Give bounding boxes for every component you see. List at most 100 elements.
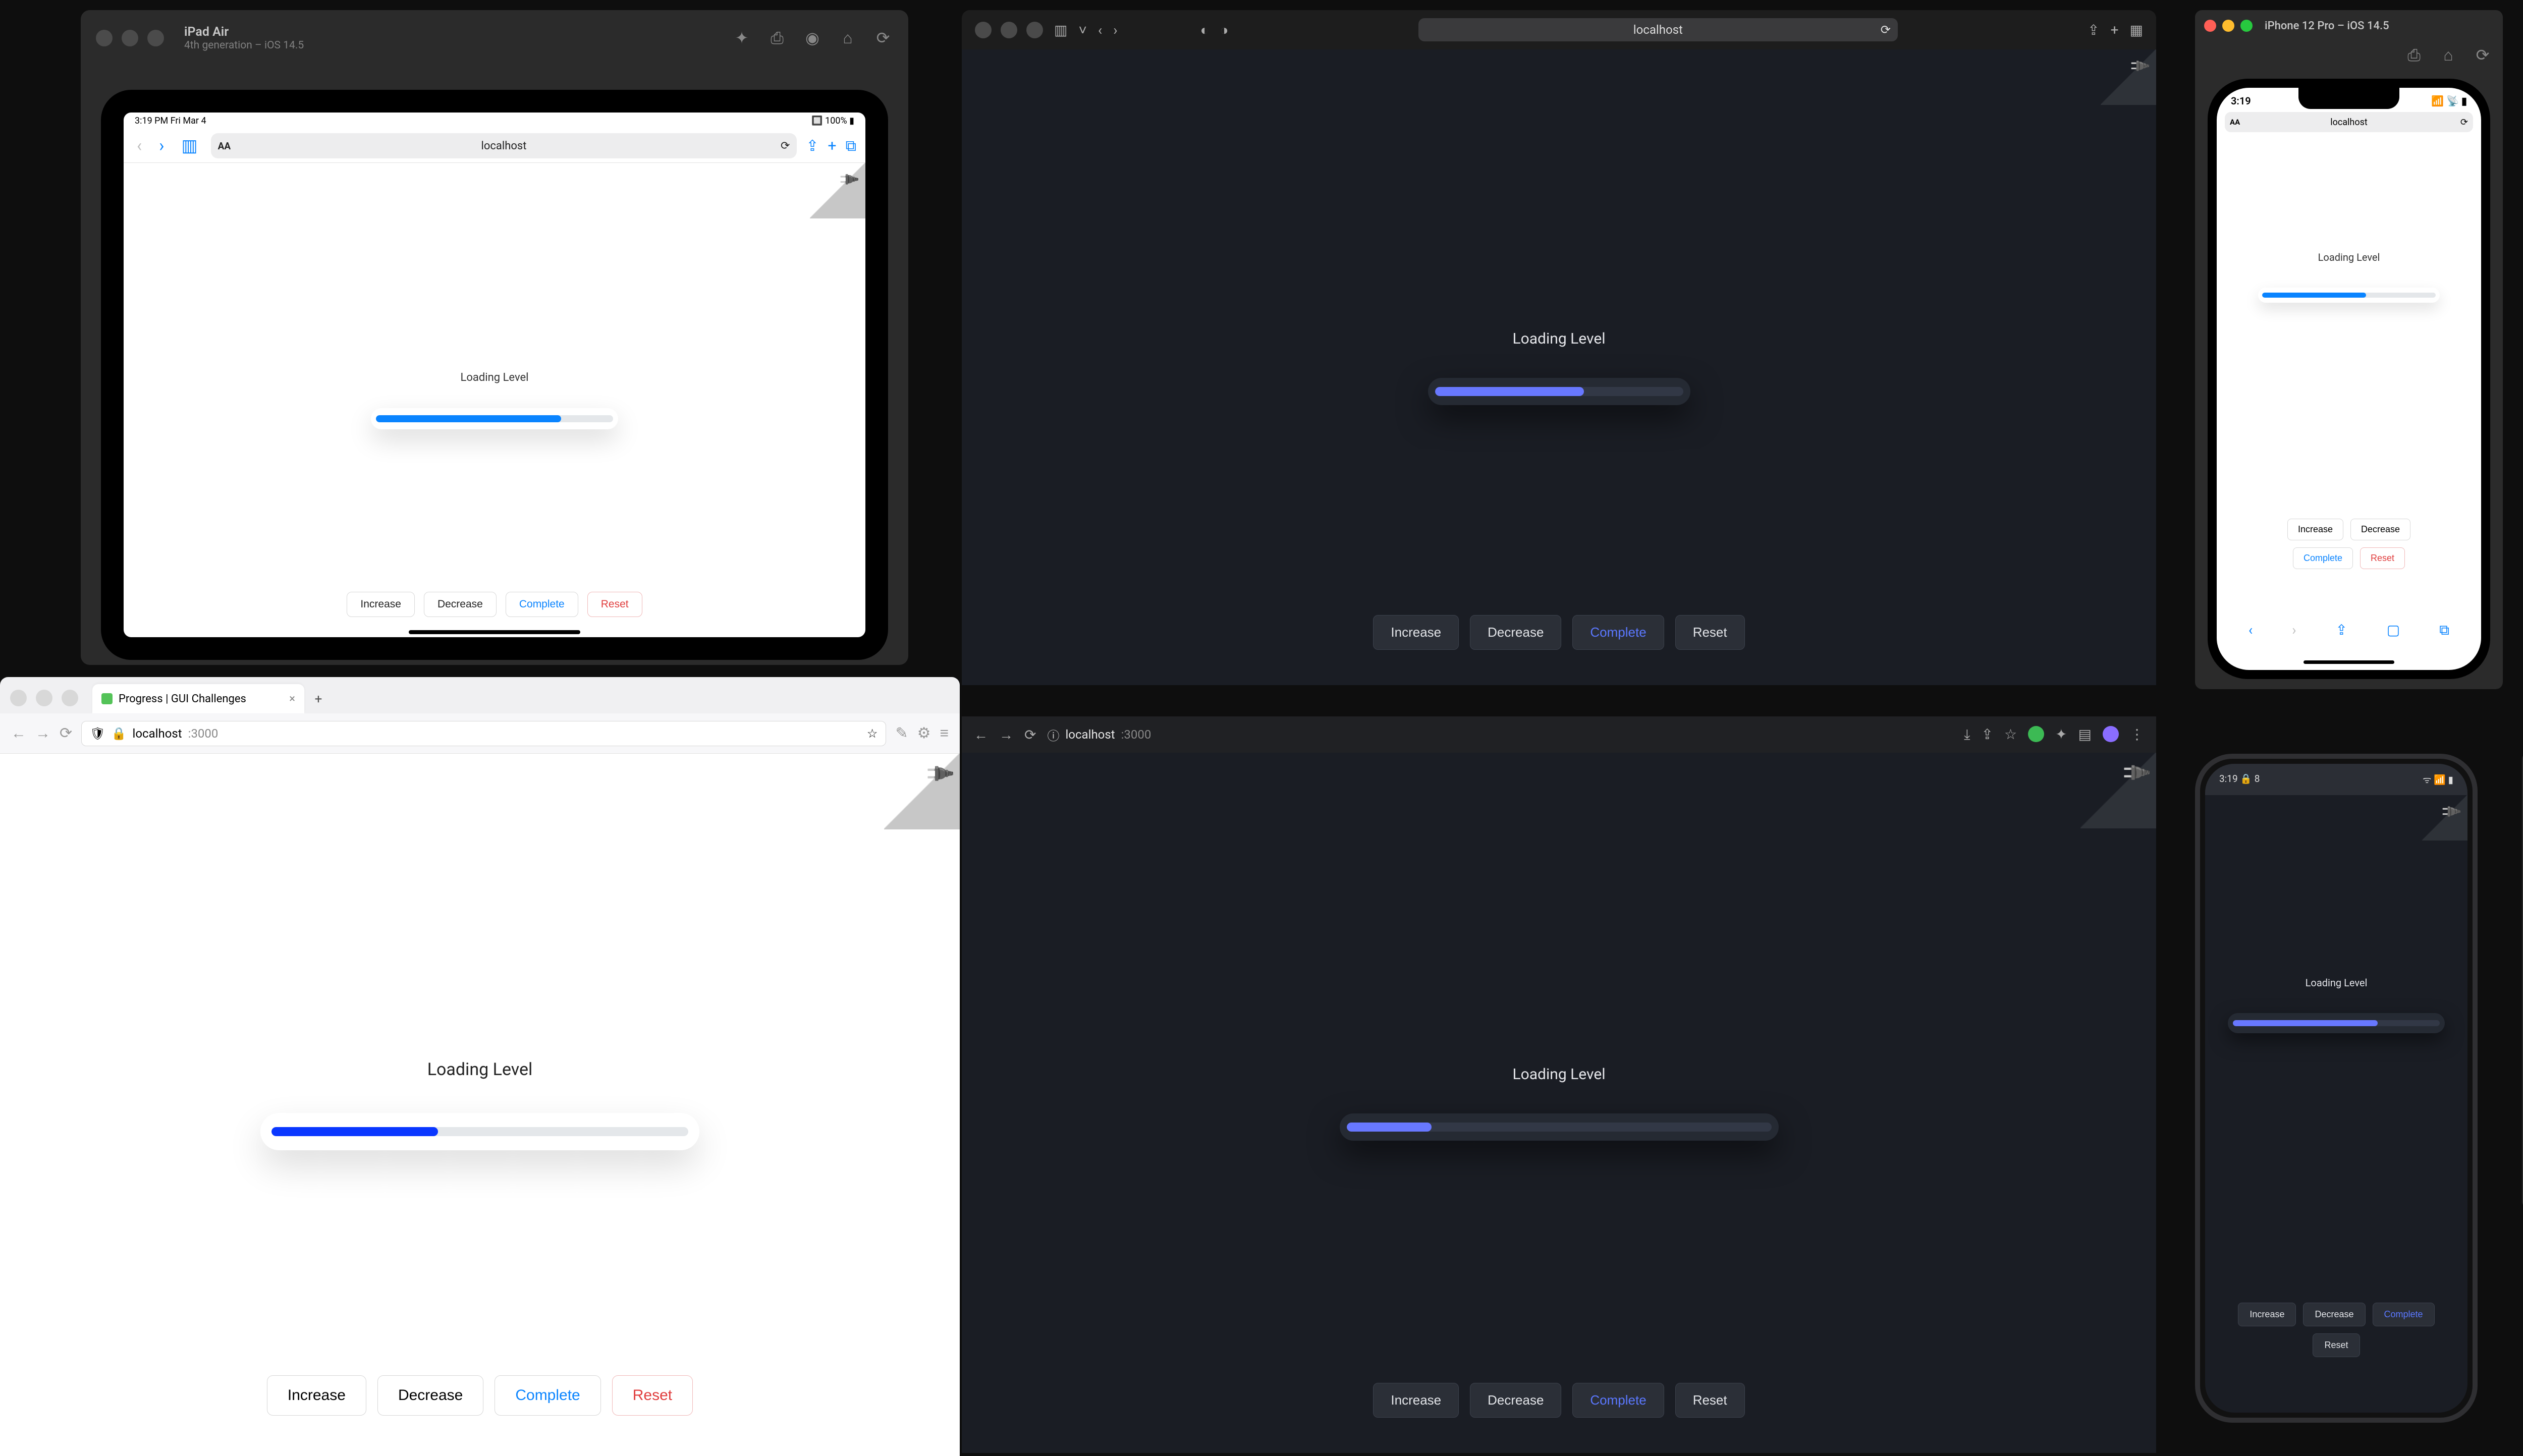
- browser-tab[interactable]: Progress | GUI Challenges ×: [92, 684, 304, 713]
- home-indicator[interactable]: [409, 630, 580, 634]
- shield-icon[interactable]: ◐: [1200, 22, 1209, 38]
- traffic-max-icon[interactable]: [2240, 20, 2253, 32]
- rotate-icon[interactable]: ⟳: [2473, 45, 2493, 65]
- address-bar[interactable]: localhost ⟳: [1418, 18, 1898, 41]
- reset-button[interactable]: Reset: [1675, 1383, 1745, 1418]
- menu-icon[interactable]: ⋮: [2130, 726, 2144, 743]
- reload-icon[interactable]: ⟳: [2460, 117, 2468, 128]
- complete-button[interactable]: Complete: [1572, 615, 1664, 650]
- traffic-close-icon[interactable]: [975, 22, 992, 38]
- sidebar-icon[interactable]: ▥: [177, 136, 201, 156]
- reload-icon[interactable]: ⟳: [1024, 726, 1036, 743]
- reset-button[interactable]: Reset: [2360, 547, 2405, 569]
- traffic-close-icon[interactable]: [10, 690, 27, 706]
- devtools-flap[interactable]: 🔌: [810, 163, 865, 218]
- address-bar[interactable]: AA localhost ⟳: [2225, 112, 2473, 132]
- info-icon[interactable]: ⓘ: [1047, 726, 1059, 744]
- install-icon[interactable]: ⤓: [1964, 726, 1970, 743]
- forward-icon[interactable]: →: [35, 724, 50, 742]
- pin-icon[interactable]: ✦: [732, 28, 752, 48]
- extension-icon[interactable]: [2103, 726, 2119, 742]
- address-bar[interactable]: ⓘ localhost:3000: [1047, 723, 1953, 746]
- extensions-icon[interactable]: ✦: [2055, 726, 2067, 743]
- share-icon[interactable]: ⇪: [2335, 622, 2347, 639]
- address-bar[interactable]: 🛡 🔒 localhost:3000 ☆: [81, 721, 886, 746]
- bookmarks-icon[interactable]: ▢: [2387, 622, 2400, 639]
- decrease-button[interactable]: Decrease: [1470, 615, 1561, 650]
- traffic-min-icon[interactable]: [122, 30, 138, 46]
- complete-button[interactable]: Complete: [2293, 547, 2353, 569]
- rotate-icon[interactable]: ⟳: [873, 28, 893, 48]
- menu-icon[interactable]: ≡: [940, 724, 949, 742]
- new-tab-icon[interactable]: +: [828, 137, 837, 155]
- traffic-min-icon[interactable]: [1001, 22, 1017, 38]
- tabs-icon[interactable]: ⧉: [2439, 622, 2449, 639]
- devtools-flap[interactable]: 🔌: [2080, 753, 2156, 828]
- complete-button[interactable]: Complete: [1572, 1383, 1664, 1418]
- traffic-close-icon[interactable]: [96, 30, 113, 46]
- shield-icon[interactable]: 🛡: [90, 726, 105, 741]
- sidebar-icon[interactable]: ▥: [1054, 22, 1067, 38]
- tabs-icon[interactable]: ▦: [2130, 22, 2143, 38]
- ipad-sim-titlebar[interactable]: iPad Air 4th generation – iOS 14.5 ✦ ⎙ ◉…: [81, 10, 908, 66]
- back-icon[interactable]: ‹: [1098, 22, 1102, 38]
- close-tab-icon[interactable]: ×: [289, 693, 295, 705]
- home-icon[interactable]: ⌂: [2438, 45, 2458, 65]
- reader-icon[interactable]: AA: [2230, 118, 2240, 127]
- bookmark-star-icon[interactable]: ☆: [2004, 726, 2017, 743]
- forward-icon[interactable]: ›: [1113, 22, 1117, 38]
- share-icon[interactable]: ⇪: [806, 137, 818, 155]
- new-tab-icon[interactable]: +: [2111, 22, 2119, 38]
- tabs-icon[interactable]: ⧉: [846, 137, 856, 155]
- back-icon[interactable]: ←: [974, 726, 988, 743]
- traffic-min-icon[interactable]: [2222, 20, 2234, 32]
- complete-button[interactable]: Complete: [506, 592, 578, 617]
- devtools-flap[interactable]: 🔌: [2422, 795, 2467, 841]
- traffic-close-icon[interactable]: [2204, 20, 2216, 32]
- reset-button[interactable]: Reset: [2313, 1333, 2360, 1357]
- reset-button[interactable]: Reset: [587, 592, 642, 617]
- devtools-flap[interactable]: 🔌: [884, 754, 960, 829]
- traffic-max-icon[interactable]: [62, 690, 78, 706]
- screenshot-icon[interactable]: ⎙: [767, 28, 787, 48]
- lock-icon[interactable]: 🔒: [112, 726, 127, 741]
- forward-icon[interactable]: ›: [2292, 622, 2296, 639]
- increase-button[interactable]: Increase: [267, 1375, 366, 1416]
- devtools-icon[interactable]: ⚙: [917, 724, 931, 742]
- reload-icon[interactable]: ⟳: [60, 724, 72, 742]
- traffic-max-icon[interactable]: [1026, 22, 1043, 38]
- home-icon[interactable]: ⌂: [838, 28, 858, 48]
- traffic-max-icon[interactable]: [147, 30, 164, 46]
- extension-icon[interactable]: [2028, 726, 2044, 742]
- devtools-flap[interactable]: 🔌: [2101, 49, 2156, 105]
- reading-list-icon[interactable]: ▤: [2078, 726, 2092, 743]
- back-icon[interactable]: ←: [11, 724, 26, 742]
- iphone-sim-titlebar[interactable]: iPhone 12 Pro – iOS 14.5: [2195, 10, 2503, 41]
- reload-icon[interactable]: ⟳: [1881, 23, 1891, 37]
- record-icon[interactable]: ◉: [802, 28, 822, 48]
- new-tab-button[interactable]: +: [308, 689, 328, 709]
- reload-icon[interactable]: ⟳: [781, 140, 790, 152]
- share-icon[interactable]: ⇪: [2088, 22, 2099, 38]
- back-icon[interactable]: ‹: [2248, 622, 2253, 639]
- traffic-min-icon[interactable]: [36, 690, 52, 706]
- increase-button[interactable]: Increase: [347, 592, 415, 617]
- appearance-icon[interactable]: ◑: [1220, 22, 1229, 38]
- reset-button[interactable]: Reset: [1675, 615, 1745, 650]
- bookmark-star-icon[interactable]: ☆: [867, 726, 878, 741]
- complete-button[interactable]: Complete: [2373, 1303, 2435, 1326]
- decrease-button[interactable]: Decrease: [377, 1375, 483, 1416]
- forward-icon[interactable]: →: [999, 726, 1013, 743]
- decrease-button[interactable]: Decrease: [1470, 1383, 1561, 1418]
- eyedropper-icon[interactable]: ✎: [895, 724, 908, 742]
- forward-icon[interactable]: ›: [155, 136, 168, 156]
- reset-button[interactable]: Reset: [612, 1375, 693, 1416]
- increase-button[interactable]: Increase: [2238, 1303, 2296, 1326]
- address-bar[interactable]: AA localhost ⟳: [211, 133, 797, 158]
- reader-icon[interactable]: AA: [218, 140, 231, 152]
- decrease-button[interactable]: Decrease: [424, 592, 497, 617]
- decrease-button[interactable]: Decrease: [2303, 1303, 2365, 1326]
- decrease-button[interactable]: Decrease: [2350, 519, 2410, 540]
- increase-button[interactable]: Increase: [1373, 615, 1459, 650]
- complete-button[interactable]: Complete: [495, 1375, 600, 1416]
